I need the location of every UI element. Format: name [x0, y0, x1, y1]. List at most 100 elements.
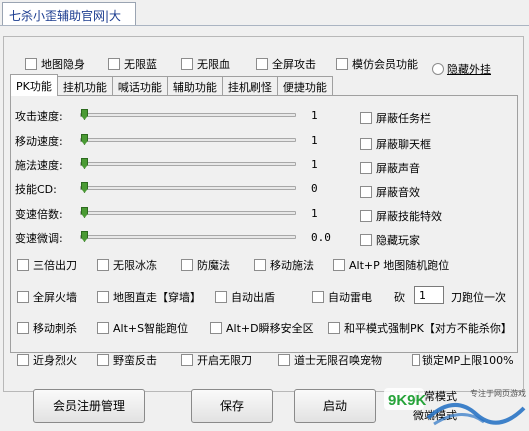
option-infinite-hp[interactable]: 无限血: [181, 56, 230, 72]
option-label: 道士无限召唤宠物: [294, 354, 382, 367]
option-wall-walk[interactable]: 地图直走【穿墙】: [97, 289, 201, 305]
slider-speed-multiplier[interactable]: [80, 207, 296, 218]
option-auto-thunder[interactable]: 自动雷电: [312, 289, 372, 305]
option-hide-players[interactable]: 隐藏玩家: [360, 232, 420, 248]
option-hide-chat[interactable]: 屏蔽聊天框: [360, 136, 431, 152]
checkbox[interactable]: [181, 259, 193, 271]
option-hide-taskbar[interactable]: 屏蔽任务栏: [360, 110, 431, 126]
checkbox[interactable]: [256, 58, 268, 70]
option-mute-sound[interactable]: 屏蔽声音: [360, 160, 420, 176]
checkbox[interactable]: [278, 354, 290, 366]
checkbox[interactable]: [97, 291, 109, 303]
checkbox[interactable]: [97, 354, 109, 366]
slider-move-speed[interactable]: [80, 134, 296, 145]
slider-label-skill-cd: 技能CD:: [15, 183, 57, 196]
option-label: 屏蔽声音: [376, 162, 420, 175]
checkbox[interactable]: [360, 138, 372, 150]
option-label: 全屏火墙: [33, 291, 77, 304]
hide-plugin-radio[interactable]: 隐藏外挂: [432, 61, 491, 77]
option-label: 模仿会员功能: [352, 58, 418, 71]
option-teleport-safezone[interactable]: Alt+D瞬移安全区: [210, 320, 314, 336]
option-label: 三倍出刀: [33, 259, 77, 272]
checkbox[interactable]: [215, 291, 227, 303]
checkbox[interactable]: [360, 112, 372, 124]
option-label: 防魔法: [197, 259, 230, 272]
slider-value-cast-speed: 1: [311, 158, 318, 171]
tab-grind[interactable]: 挂机刷怪: [221, 76, 278, 96]
checkbox[interactable]: [312, 291, 324, 303]
tab-shout[interactable]: 喊话功能: [111, 76, 168, 96]
option-lock-mp[interactable]: 锁定MP上限100%: [412, 352, 514, 368]
option-infinite-mana[interactable]: 无限蓝: [108, 56, 157, 72]
radio-button[interactable]: [432, 63, 444, 75]
member-register-button[interactable]: 会员注册管理: [33, 389, 145, 423]
option-close-flame[interactable]: 近身烈火: [17, 352, 77, 368]
option-infinite-blade[interactable]: 开启无限刀: [181, 352, 252, 368]
option-savage-counter[interactable]: 野蛮反击: [97, 352, 157, 368]
option-label: Alt+P 地图随机跑位: [349, 259, 450, 272]
checkbox[interactable]: [97, 322, 109, 334]
knife-prefix-label: 砍: [394, 291, 405, 304]
option-auto-shield[interactable]: 自动出盾: [215, 289, 275, 305]
tab-assist[interactable]: 辅助功能: [166, 76, 223, 96]
option-force-pk[interactable]: 和平模式强制PK【对方不能杀你】: [328, 320, 512, 336]
option-fullscreen-firewall[interactable]: 全屏火墙: [17, 289, 77, 305]
slider-attack-speed[interactable]: [80, 109, 296, 120]
window-title-tab[interactable]: 七杀小歪辅助官网|大: [2, 2, 136, 26]
checkbox[interactable]: [108, 58, 120, 70]
option-move-stab[interactable]: 移动刺杀: [17, 320, 77, 336]
checkbox[interactable]: [210, 322, 222, 334]
slider-label-speed-finetune: 变速微调:: [15, 232, 63, 245]
checkbox[interactable]: [25, 58, 37, 70]
option-label: 屏蔽音效: [376, 186, 420, 199]
checkbox[interactable]: [181, 354, 193, 366]
svg-text:9K9K: 9K9K: [388, 392, 427, 409]
knife-count-input[interactable]: 1: [414, 286, 444, 304]
checkbox[interactable]: [17, 354, 29, 366]
option-hide-skill-effects[interactable]: 屏蔽技能特效: [360, 208, 442, 224]
slider-cast-speed[interactable]: [80, 158, 296, 169]
option-imitate-member[interactable]: 模仿会员功能: [336, 56, 418, 72]
option-label: 锁定MP上限100%: [422, 354, 514, 367]
slider-value-move-speed: 1: [311, 134, 318, 147]
checkbox[interactable]: [336, 58, 348, 70]
checkbox[interactable]: [97, 259, 109, 271]
option-map-stealth[interactable]: 地图隐身: [25, 56, 85, 72]
checkbox[interactable]: [17, 259, 29, 271]
checkbox[interactable]: [360, 186, 372, 198]
tab-pk[interactable]: PK功能: [10, 74, 58, 96]
option-random-position[interactable]: Alt+P 地图随机跑位: [333, 257, 449, 273]
option-smart-position[interactable]: Alt+S智能跑位: [97, 320, 188, 336]
start-button[interactable]: 启动: [294, 389, 376, 423]
tab-bar: PK功能 挂机功能 喊话功能 辅助功能 挂机刷怪 便捷功能: [10, 74, 333, 96]
slider-skill-cd[interactable]: [80, 182, 296, 193]
tab-convenience[interactable]: 便捷功能: [276, 76, 333, 96]
checkbox[interactable]: [17, 322, 29, 334]
slider-speed-finetune[interactable]: [80, 231, 296, 242]
option-label: 屏蔽技能特效: [376, 210, 442, 223]
tab-hangup[interactable]: 挂机功能: [56, 76, 113, 96]
checkbox[interactable]: [360, 210, 372, 222]
option-label: Alt+D瞬移安全区: [226, 322, 314, 335]
checkbox[interactable]: [360, 234, 372, 246]
option-anti-magic[interactable]: 防魔法: [181, 257, 230, 273]
slider-value-skill-cd: 0: [311, 182, 318, 195]
option-label: 屏蔽任务栏: [376, 112, 431, 125]
checkbox[interactable]: [254, 259, 266, 271]
slider-label-attack-speed: 攻击速度:: [15, 110, 63, 123]
option-mute-sfx[interactable]: 屏蔽音效: [360, 184, 420, 200]
slider-label-cast-speed: 施法速度:: [15, 159, 63, 172]
option-move-cast[interactable]: 移动施法: [254, 257, 314, 273]
option-triple-slash[interactable]: 三倍出刀: [17, 257, 77, 273]
checkbox[interactable]: [360, 162, 372, 174]
option-fullscreen-attack[interactable]: 全屏攻击: [256, 56, 316, 72]
option-taoist-summon[interactable]: 道士无限召唤宠物: [278, 352, 382, 368]
checkbox[interactable]: [412, 354, 420, 366]
checkbox[interactable]: [181, 58, 193, 70]
checkbox[interactable]: [333, 259, 345, 271]
option-label: 自动雷电: [328, 291, 372, 304]
checkbox[interactable]: [17, 291, 29, 303]
checkbox[interactable]: [328, 322, 340, 334]
save-button[interactable]: 保存: [191, 389, 273, 423]
option-infinite-freeze[interactable]: 无限冰冻: [97, 257, 157, 273]
